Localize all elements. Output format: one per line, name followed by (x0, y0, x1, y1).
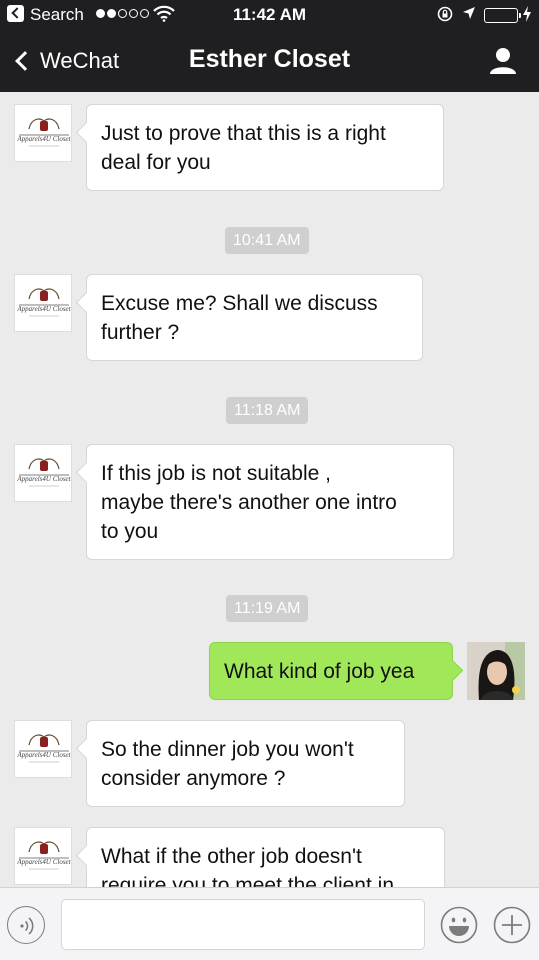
message-text: If this job is not suitable , maybe ther… (101, 462, 397, 543)
contact-avatar[interactable]: Apparels4U Closet (14, 444, 72, 502)
closet-logo-icon: Apparels4U Closet (16, 118, 71, 147)
voice-input-button[interactable] (7, 906, 45, 944)
header: Search 11:42 AM WeChat Esther Closet (0, 0, 539, 92)
contact-avatar[interactable]: Apparels4U Closet (14, 274, 72, 332)
plus-icon[interactable] (493, 906, 531, 944)
message-bubble[interactable]: Just to prove that this is a right deal … (86, 104, 444, 191)
battery-icon (484, 8, 521, 23)
charging-bolt-icon (523, 6, 531, 22)
timestamp: 10:41 AM (225, 227, 309, 254)
voice-icon (20, 917, 34, 935)
rotation-lock-icon (437, 6, 453, 22)
svg-text:Apparels4U Closet: Apparels4U Closet (16, 135, 71, 143)
message-text: So the dinner job you won't consider any… (101, 738, 354, 790)
profile-icon[interactable] (488, 46, 518, 76)
user-photo-icon (467, 642, 525, 700)
message-text: What kind of job yea (224, 660, 415, 683)
message-text: Excuse me? Shall we discuss further ? (101, 292, 378, 344)
user-avatar[interactable] (467, 642, 525, 700)
input-bar (0, 887, 539, 960)
message-bubble[interactable]: So the dinner job you won't consider any… (86, 720, 405, 807)
message-text: Just to prove that this is a right deal … (101, 122, 386, 174)
message-bubble[interactable]: Excuse me? Shall we discuss further ? (86, 274, 423, 361)
svg-text:Apparels4U Closet: Apparels4U Closet (16, 751, 71, 759)
svg-text:Apparels4U Closet: Apparels4U Closet (16, 858, 71, 866)
contact-avatar[interactable]: Apparels4U Closet (14, 104, 72, 162)
sent-message-bubble[interactable]: What kind of job yea (209, 642, 453, 700)
chat-title: Esther Closet (188, 45, 351, 73)
svg-text:Apparels4U Closet: Apparels4U Closet (16, 475, 71, 483)
svg-text:Apparels4U Closet: Apparels4U Closet (16, 305, 71, 313)
emoji-icon[interactable] (440, 906, 478, 944)
closet-logo-icon: Apparels4U Closet (16, 458, 71, 487)
status-bar: Search 11:42 AM (0, 0, 539, 30)
contact-avatar[interactable]: Apparels4U Closet (14, 720, 72, 778)
nav-bar: WeChat Esther Closet (0, 30, 539, 92)
timestamp: 11:18 AM (226, 397, 309, 424)
message-bubble[interactable]: If this job is not suitable , maybe ther… (86, 444, 454, 560)
contact-avatar[interactable]: Apparels4U Closet (14, 827, 72, 885)
timestamp: 11:19 AM (226, 595, 309, 622)
closet-logo-icon: Apparels4U Closet (16, 841, 71, 870)
status-time: 11:42 AM (232, 5, 307, 24)
message-input[interactable] (61, 899, 425, 950)
location-arrow-icon (463, 7, 475, 19)
closet-logo-icon: Apparels4U Closet (16, 734, 71, 763)
closet-logo-icon: Apparels4U Closet (16, 288, 71, 317)
